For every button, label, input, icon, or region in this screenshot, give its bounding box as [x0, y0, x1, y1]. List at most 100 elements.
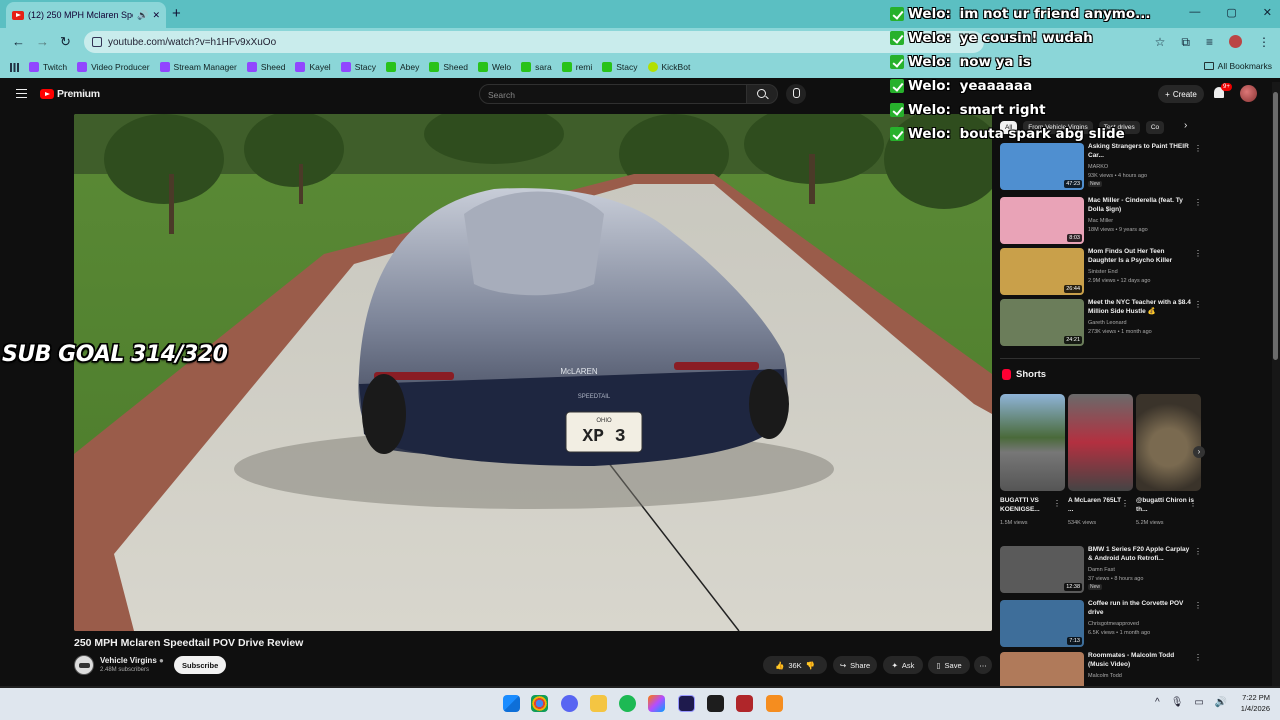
app-taskbar-icon[interactable] — [766, 695, 783, 712]
forward-icon[interactable]: → — [36, 34, 49, 49]
short-thumbnail[interactable] — [1000, 394, 1065, 491]
app-taskbar-icon[interactable] — [707, 695, 724, 712]
bookmark-item[interactable]: KickBot — [647, 62, 690, 72]
create-button[interactable]: + Create — [1158, 85, 1204, 103]
bookmark-item[interactable]: sara — [521, 62, 552, 72]
voicemod-taskbar-icon[interactable] — [736, 695, 753, 712]
more-options-icon[interactable]: ⋮ — [1194, 300, 1202, 309]
recommendation-item[interactable]: 24:21 Meet the NYC Teacher with a $8.4 M… — [1000, 299, 1202, 347]
chevron-up-icon[interactable]: ^ — [1155, 697, 1160, 708]
recommendation-item[interactable]: 12:38 BMW 1 Series F20 Apple Carplay & A… — [1000, 546, 1202, 594]
more-options-icon[interactable]: ⋮ — [1194, 653, 1200, 662]
bookmark-item[interactable]: Kayel — [295, 62, 331, 72]
account-avatar[interactable] — [1240, 85, 1257, 102]
bookmark-star-icon[interactable]: ☆ — [1155, 35, 1166, 50]
more-options-icon[interactable]: ⋮ — [1194, 144, 1202, 153]
discord-taskbar-icon[interactable] — [561, 695, 578, 712]
video-thumbnail[interactable]: 8:03 — [1000, 197, 1084, 244]
more-options-icon[interactable]: ⋮ — [1121, 499, 1129, 508]
recommendation-title[interactable]: Asking Strangers to Paint THEIR Car... — [1088, 143, 1192, 160]
maximize-icon[interactable]: ▢ — [1226, 6, 1236, 19]
chip-more[interactable]: Co — [1145, 120, 1165, 134]
premiere-taskbar-icon[interactable] — [678, 695, 695, 712]
tab-close-icon[interactable]: ✕ — [152, 10, 160, 21]
like-icon[interactable]: 👍 — [775, 661, 784, 670]
microphone-icon[interactable]: 🎙 — [1171, 697, 1184, 708]
video-thumbnail[interactable]: 26:44 — [1000, 248, 1084, 295]
browser-tab[interactable]: (12) 250 MPH Mclaren Speedtail POV Drive… — [6, 2, 166, 28]
recommendation-item[interactable]: 47:23 Asking Strangers to Paint THEIR Ca… — [1000, 143, 1202, 191]
network-icon[interactable]: ▭ — [1194, 697, 1203, 708]
more-options-icon[interactable]: ⋮ — [1194, 249, 1202, 258]
profile-icon[interactable] — [1229, 35, 1242, 48]
recommendation-title[interactable]: BMW 1 Series F20 Apple Carplay & Android… — [1088, 546, 1192, 563]
recommendation-item[interactable]: 8:03 Mac Miller - Cinderella (feat. Ty D… — [1000, 197, 1202, 245]
shorts-next-icon[interactable]: › — [1193, 446, 1205, 458]
recommendation-item[interactable]: Roommates - Malcolm Todd (Music Video) M… — [1000, 652, 1200, 686]
voice-search-icon[interactable] — [786, 84, 806, 104]
share-button[interactable]: ↪ Share — [833, 656, 877, 674]
chevron-right-icon[interactable]: › — [1184, 120, 1187, 131]
bookmark-item[interactable]: Stream Manager — [159, 62, 237, 72]
copilot-taskbar-icon[interactable] — [648, 695, 665, 712]
more-options-icon[interactable]: ⋮ — [1053, 499, 1061, 508]
recommendation-title[interactable]: Meet the NYC Teacher with a $8.4 Million… — [1088, 299, 1192, 316]
start-menu-icon[interactable] — [503, 695, 520, 712]
spotify-taskbar-icon[interactable] — [619, 695, 636, 712]
scrollbar-thumb[interactable] — [1273, 92, 1278, 360]
chrome-taskbar-icon[interactable] — [531, 695, 548, 712]
bookmark-item[interactable]: Twitch — [29, 62, 67, 72]
youtube-premium-logo[interactable]: Premium — [40, 88, 100, 100]
bookmark-item[interactable]: Abey — [385, 62, 419, 72]
bookmark-item[interactable]: Video Producer — [77, 62, 150, 72]
recommendation-title[interactable]: Mac Miller - Cinderella (feat. Ty Dolla … — [1088, 197, 1192, 214]
video-thumbnail[interactable] — [1000, 652, 1084, 686]
save-button[interactable]: ▯ Save — [928, 656, 970, 674]
recommendation-item[interactable]: 7:13 Coffee run in the Corvette POV driv… — [1000, 600, 1202, 648]
video-player[interactable]: McLAREN SPEEDTAIL OHIO XP 3 — [74, 114, 992, 631]
more-options-icon[interactable]: ⋮ — [1194, 601, 1202, 610]
video-thumbnail[interactable]: 12:38 — [1000, 546, 1084, 593]
url-bar[interactable]: youtube.com/watch?v=h1HFv9xXuOo — [84, 31, 984, 53]
reload-icon[interactable]: ↻ — [60, 34, 71, 50]
video-thumbnail[interactable]: 47:23 — [1000, 143, 1084, 190]
search-input[interactable]: Search — [479, 84, 747, 104]
extensions-icon[interactable]: ⧉ — [1181, 35, 1190, 50]
file-explorer-icon[interactable] — [590, 695, 607, 712]
media-icon[interactable]: ≡ — [1206, 35, 1213, 50]
bookmark-item[interactable]: remi — [561, 62, 592, 72]
short-title[interactable]: @bugatti Chiron is th... — [1136, 497, 1196, 514]
channel-name[interactable]: Vehicle Virgins ● — [100, 656, 164, 665]
bookmark-item[interactable]: Welo — [477, 62, 511, 72]
tab-audio-icon[interactable]: 🔊 — [137, 10, 148, 21]
dislike-icon[interactable]: 👎 — [806, 661, 815, 670]
site-settings-icon[interactable] — [92, 37, 102, 47]
bookmark-item[interactable]: Stacy — [602, 62, 638, 72]
new-tab-button[interactable]: + — [172, 5, 181, 22]
minimize-icon[interactable]: — — [1189, 6, 1200, 19]
bookmark-item[interactable]: Sheed — [246, 62, 285, 72]
short-thumbnail[interactable] — [1068, 394, 1133, 491]
video-thumbnail[interactable]: 7:13 — [1000, 600, 1084, 647]
channel-avatar[interactable] — [74, 655, 94, 675]
bookmark-item[interactable]: Stacy — [340, 62, 376, 72]
subscribe-button[interactable]: Subscribe — [174, 656, 227, 674]
short-title[interactable]: A McLaren 765LT ... — [1068, 497, 1128, 514]
recommendation-item[interactable]: 26:44 Mom Finds Out Her Teen Daughter Is… — [1000, 248, 1202, 296]
ask-button[interactable]: ✦ Ask — [883, 656, 923, 674]
short-title[interactable]: BUGATTI VS KOENIGSE... — [1000, 497, 1060, 514]
more-options-icon[interactable]: ⋮ — [1194, 198, 1202, 207]
close-window-icon[interactable]: ✕ — [1263, 6, 1272, 19]
apps-icon[interactable] — [10, 62, 19, 72]
taskbar-clock[interactable]: 7:22 PM 1/4/2026 — [1226, 692, 1270, 714]
recommendation-title[interactable]: Roommates - Malcolm Todd (Music Video) — [1088, 652, 1192, 669]
video-thumbnail[interactable]: 24:21 — [1000, 299, 1084, 346]
back-icon[interactable]: ← — [12, 34, 25, 49]
more-actions-icon[interactable]: ⋯ — [974, 656, 992, 674]
more-options-icon[interactable]: ⋮ — [1194, 547, 1202, 556]
bookmark-item[interactable]: Sheed — [429, 62, 468, 72]
menu-icon[interactable]: ⋮ — [1258, 35, 1270, 50]
search-button[interactable] — [746, 84, 778, 104]
short-thumbnail[interactable] — [1136, 394, 1201, 491]
more-options-icon[interactable]: ⋮ — [1189, 499, 1197, 508]
